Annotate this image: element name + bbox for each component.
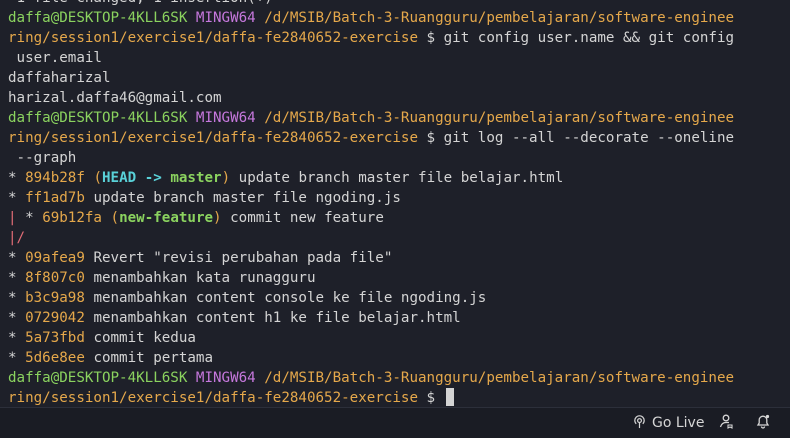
- terminal-text-plain: daffaharizal: [8, 70, 111, 86]
- terminal-text-hash: 0729042: [25, 310, 94, 326]
- terminal-line: daffa@DESKTOP-4KLL6SK MINGW64 /d/MSIB/Ba…: [8, 8, 780, 28]
- terminal-line: user.email: [8, 48, 780, 68]
- notifications-button[interactable]: [755, 408, 771, 438]
- terminal-text-sys: MINGW64: [195, 370, 265, 386]
- terminal-text-user: daffa@DESKTOP-4KLL6SK: [8, 10, 196, 26]
- terminal-line: harizal.daffa46@gmail.com: [8, 88, 780, 108]
- terminal-text-feat: new-feature: [119, 210, 214, 226]
- bell-icon: [755, 413, 771, 433]
- terminal-text-hash: 894b28f: [25, 170, 94, 186]
- terminal-text-plain: user.email: [8, 50, 102, 66]
- terminal-line: --graph: [8, 148, 780, 168]
- terminal-line: daffaharizal: [8, 68, 780, 88]
- terminal-output: 1 file changed, 1 insertion(+) daffa@DESK…: [8, 0, 780, 407]
- terminal-line: ring/session1/exercise1/daffa-fe2840652-…: [8, 28, 780, 48]
- terminal-text-star: *: [25, 210, 43, 226]
- terminal-text-sys: MINGW64: [195, 10, 265, 26]
- terminal-text-head: HEAD: [101, 170, 137, 186]
- feedback-button[interactable]: [718, 408, 734, 438]
- terminal-cursor: [445, 388, 454, 406]
- terminal-text-paren: ): [221, 170, 231, 186]
- terminal-text-plain: $ git config user.name && git config: [418, 30, 735, 46]
- terminal-text-branch: master: [170, 170, 222, 186]
- terminal-text-plain: $: [418, 390, 444, 406]
- feedback-icon: [718, 413, 734, 433]
- terminal-line: * ff1ad7b update branch master file ngod…: [8, 188, 780, 208]
- terminal-text-star: *: [8, 250, 26, 266]
- terminal-text-paren: (: [93, 170, 102, 186]
- terminal-text-pathcont: ring/session1/exercise1/daffa-fe2840652-…: [8, 30, 418, 46]
- terminal-line: |/: [8, 228, 780, 248]
- terminal-line: | * 69b12fa (new-feature) commit new fea…: [8, 208, 780, 228]
- go-live-button[interactable]: Go Live: [632, 408, 704, 438]
- terminal-text-graph: |: [8, 210, 26, 226]
- terminal-text-plain: commit pertama: [93, 350, 214, 366]
- terminal-line: * 0729042 menambahkan content h1 ke file…: [8, 308, 780, 328]
- terminal-text-star: *: [8, 350, 26, 366]
- terminal-text-sys: MINGW64: [195, 110, 265, 126]
- terminal-text-paren: (: [110, 210, 120, 226]
- terminal-text-plain: --graph: [8, 150, 77, 166]
- terminal-text-plain: menambahkan content console ke file ngod…: [93, 290, 487, 306]
- terminal-text-hash: 5d6e8ee: [25, 350, 94, 366]
- terminal-line: * b3c9a98 menambahkan content console ke…: [8, 288, 780, 308]
- terminal-line: ring/session1/exercise1/daffa-fe2840652-…: [8, 128, 780, 148]
- terminal-text-graph: |/: [8, 230, 26, 246]
- terminal-line: * 894b28f (HEAD -> master) update branch…: [8, 168, 780, 188]
- terminal-text-plain: $ git log --all --decorate --oneline: [418, 130, 735, 146]
- terminal-text-plain: update branch master file belajar.html: [230, 170, 564, 186]
- terminal-text-path: /d/MSIB/Batch-3-Ruangguru/pembelajaran/s…: [264, 10, 735, 26]
- terminal-text-hash: 5a73fbd: [25, 330, 94, 346]
- terminal-panel[interactable]: 1 file changed, 1 insertion(+) daffa@DESK…: [0, 0, 790, 407]
- terminal-text-star: *: [8, 190, 26, 206]
- terminal-text-star: *: [8, 290, 26, 306]
- terminal-line: ring/session1/exercise1/daffa-fe2840652-…: [8, 388, 780, 407]
- terminal-text-path: /d/MSIB/Batch-3-Ruangguru/pembelajaran/s…: [264, 110, 735, 126]
- terminal-line: 1 file changed, 1 insertion(+): [8, 0, 780, 8]
- broadcast-icon: [632, 414, 652, 433]
- terminal-text-plain: harizal.daffa46@gmail.com: [8, 90, 222, 106]
- terminal-text-arrow: ->: [136, 170, 171, 186]
- terminal-text-star: *: [8, 270, 26, 286]
- terminal-text-hash: 09afea9: [25, 250, 94, 266]
- terminal-text-plain: commit new feature: [221, 210, 384, 226]
- terminal-text-user: daffa@DESKTOP-4KLL6SK: [8, 110, 196, 126]
- go-live-label: Go Live: [652, 415, 705, 431]
- terminal-text-paren: ): [213, 210, 222, 226]
- terminal-line: * 5a73fbd commit kedua: [8, 328, 780, 348]
- terminal-text-path: /d/MSIB/Batch-3-Ruangguru/pembelajaran/s…: [264, 370, 735, 386]
- terminal-text-hash: b3c9a98: [25, 290, 94, 306]
- terminal-text-plain: menambahkan content h1 ke file belajar.h…: [93, 310, 461, 326]
- terminal-text-hash: ff1ad7b: [25, 190, 94, 206]
- terminal-text-star: *: [8, 310, 26, 326]
- terminal-text-plain: commit kedua: [93, 330, 196, 346]
- terminal-text-pathcont: ring/session1/exercise1/daffa-fe2840652-…: [8, 130, 418, 146]
- terminal-line: * 5d6e8ee commit pertama: [8, 348, 780, 368]
- terminal-text-pathcont: ring/session1/exercise1/daffa-fe2840652-…: [8, 390, 418, 406]
- terminal-text-hash: 8f807c0: [25, 270, 94, 286]
- terminal-text-star: *: [8, 170, 26, 186]
- terminal-text-plain: update branch master file ngoding.js: [93, 190, 401, 206]
- terminal-line: daffa@DESKTOP-4KLL6SK MINGW64 /d/MSIB/Ba…: [8, 368, 780, 388]
- terminal-line: * 09afea9 Revert "revisi perubahan pada …: [8, 248, 780, 268]
- terminal-line: * 8f807c0 menambahkan kata runagguru: [8, 268, 780, 288]
- terminal-text-user: daffa@DESKTOP-4KLL6SK: [8, 370, 196, 386]
- terminal-line: daffa@DESKTOP-4KLL6SK MINGW64 /d/MSIB/Ba…: [8, 108, 780, 128]
- terminal-text-plain: menambahkan kata runagguru: [93, 270, 316, 286]
- terminal-text-plain: 1 file changed, 1 insertion(+): [8, 0, 273, 6]
- terminal-text-plain: Revert "revisi perubahan pada file": [93, 250, 393, 266]
- terminal-text-hash: 69b12fa: [42, 210, 111, 226]
- terminal-text-star: *: [8, 330, 26, 346]
- status-bar: Go Live: [0, 407, 790, 438]
